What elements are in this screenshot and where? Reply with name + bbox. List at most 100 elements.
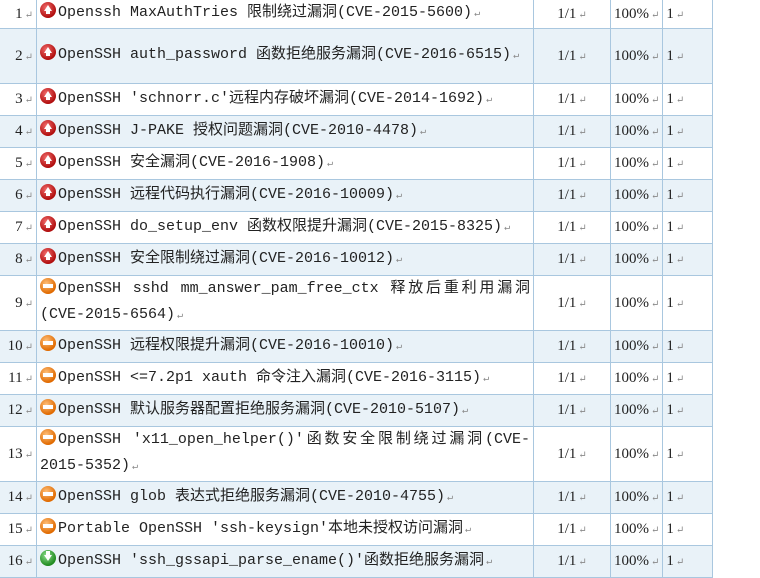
count-cell: 1 ↵	[662, 275, 714, 331]
paragraph-mark: ↵	[651, 342, 660, 353]
paragraph-mark: ↵	[24, 449, 33, 461]
paragraph-mark: ↵	[327, 158, 334, 170]
vulnerability-name: OpenSSH 'ssh_gssapi_parse_ename()'函数拒绝服务…	[58, 551, 485, 569]
table-row: 14 ↵ OpenSSH glob 表达式拒绝服务漏洞(CVE-2010-4755)…	[0, 481, 714, 514]
paragraph-mark: ↵	[462, 405, 469, 417]
vulnerability-name: OpenSSH sshd mm_answer_pam_free_ctx 释放后重…	[40, 280, 530, 323]
paragraph-mark: ↵	[24, 406, 33, 417]
paragraph-mark: ↵	[486, 556, 493, 568]
high-risk-icon	[40, 44, 56, 60]
paragraph-mark: ↵	[578, 191, 587, 202]
paragraph-mark: ↵	[578, 374, 587, 385]
vulnerability-name-cell: OpenSSH glob 表达式拒绝服务漏洞(CVE-2010-4755) ↵	[36, 481, 534, 514]
count: 1	[666, 5, 674, 22]
vulnerability-name-cell: OpenSSH 安全限制绕过漏洞(CVE-2016-10012) ↵	[36, 243, 534, 276]
count: 1	[666, 47, 674, 64]
paragraph-mark: ↵	[651, 95, 660, 106]
vulnerability-name: OpenSSH J-PAKE 授权问题漏洞(CVE-2010-4478)	[58, 121, 419, 139]
percentage: 100%	[614, 91, 649, 107]
percentage: 100%	[614, 5, 649, 22]
percentage-cell: 100% ↵	[609, 28, 664, 84]
percentage-cell: 100% ↵	[609, 394, 664, 427]
paragraph-mark: ↵	[24, 51, 33, 63]
hit-ratio: 1/1	[557, 445, 577, 462]
count: 1	[666, 91, 674, 107]
hit-ratio: 1/1	[557, 187, 577, 203]
count-cell: 1 ↵	[662, 513, 714, 546]
paragraph-mark: ↵	[675, 374, 685, 385]
paragraph-mark: ↵	[24, 95, 33, 106]
hit-ratio-cell: 1/1 ↵	[533, 211, 611, 244]
row-number-cell: 9 ↵	[0, 275, 37, 331]
table-row: 8 ↵ OpenSSH 安全限制绕过漏洞(CVE-2016-10012) ↵ 1/1 ↵ 1…	[0, 243, 714, 276]
paragraph-mark: ↵	[651, 493, 660, 504]
percentage-cell: 100% ↵	[609, 211, 664, 244]
percentage: 100%	[614, 402, 649, 418]
hit-ratio-cell: 1/1 ↵	[533, 115, 611, 148]
percentage-cell: 100% ↵	[609, 513, 664, 546]
percentage: 100%	[614, 489, 649, 505]
row-number: 7	[15, 219, 23, 235]
count-cell: 1 ↵	[662, 0, 714, 29]
row-number: 16	[7, 553, 23, 569]
hit-ratio: 1/1	[557, 5, 577, 22]
vulnerability-name: OpenSSH 安全限制绕过漏洞(CVE-2016-10012)	[58, 249, 395, 267]
paragraph-mark: ↵	[675, 449, 685, 461]
row-number-cell: 8 ↵	[0, 243, 37, 276]
paragraph-mark: ↵	[447, 492, 454, 504]
paragraph-mark: ↵	[675, 51, 685, 63]
row-number: 8	[15, 251, 23, 267]
percentage-cell: 100% ↵	[609, 275, 664, 331]
paragraph-mark: ↵	[675, 525, 685, 536]
paragraph-mark: ↵	[513, 51, 520, 62]
row-number: 10	[7, 338, 23, 354]
hit-ratio: 1/1	[557, 370, 577, 386]
vulnerability-name-cell: OpenSSH auth_password 函数拒绝服务漏洞(CVE-2016-…	[36, 28, 534, 84]
row-number-cell: 13 ↵	[0, 426, 37, 482]
row-number: 12	[7, 402, 23, 418]
table-row: 1 ↵ Openssh MaxAuthTries 限制绕过漏洞(CVE-2015-5…	[0, 0, 714, 29]
percentage-cell: 100% ↵	[609, 179, 664, 212]
hit-ratio: 1/1	[557, 251, 577, 267]
hit-ratio-cell: 1/1 ↵	[533, 330, 611, 363]
paragraph-mark: ↵	[651, 51, 660, 63]
paragraph-mark: ↵	[675, 191, 685, 202]
row-number-cell: 16 ↵	[0, 545, 37, 578]
paragraph-mark: ↵	[486, 94, 493, 106]
paragraph-mark: ↵	[578, 525, 587, 536]
paragraph-mark: ↵	[675, 223, 685, 234]
high-risk-icon	[40, 183, 56, 200]
row-number: 3	[15, 91, 23, 107]
vulnerability-name: OpenSSH 安全漏洞(CVE-2016-1908)	[58, 153, 326, 171]
hit-ratio: 1/1	[557, 338, 577, 354]
paragraph-mark: ↵	[578, 406, 587, 417]
vulnerability-name-cell: OpenSSH 远程代码执行漏洞(CVE-2016-10009) ↵	[36, 179, 534, 212]
table-row: 12 ↵ OpenSSH 默认服务器配置拒绝服务漏洞(CVE-2010-5107) ↵…	[0, 394, 714, 427]
paragraph-mark: ↵	[24, 127, 33, 138]
paragraph-mark: ↵	[24, 159, 33, 170]
hit-ratio-cell: 1/1 ↵	[533, 243, 611, 276]
paragraph-mark: ↵	[578, 449, 587, 461]
count: 1	[666, 370, 674, 386]
count-cell: 1 ↵	[662, 83, 714, 116]
row-number-cell: 11 ↵	[0, 362, 37, 395]
table-row: 9 ↵ OpenSSH sshd mm_answer_pam_free_ctx 释放…	[0, 275, 714, 331]
count: 1	[666, 521, 674, 537]
vulnerability-table: 1 ↵ Openssh MaxAuthTries 限制绕过漏洞(CVE-2015-5…	[0, 0, 714, 578]
hit-ratio: 1/1	[557, 123, 577, 139]
percentage: 100%	[614, 155, 649, 171]
hit-ratio-cell: 1/1 ↵	[533, 28, 611, 84]
paragraph-mark: ↵	[24, 191, 33, 202]
med-risk-icon	[40, 517, 56, 534]
hit-ratio: 1/1	[557, 47, 577, 64]
row-number-cell: 14 ↵	[0, 481, 37, 514]
med-risk-icon	[40, 398, 56, 415]
vulnerability-table-body: 1 ↵ Openssh MaxAuthTries 限制绕过漏洞(CVE-2015-5…	[0, 0, 714, 578]
high-risk-icon	[40, 2, 56, 18]
paragraph-mark: ↵	[651, 9, 660, 21]
paragraph-mark: ↵	[177, 311, 184, 322]
paragraph-mark: ↵	[651, 159, 660, 170]
paragraph-mark: ↵	[396, 190, 403, 202]
paragraph-mark: ↵	[24, 298, 33, 310]
paragraph-mark: ↵	[578, 255, 587, 266]
